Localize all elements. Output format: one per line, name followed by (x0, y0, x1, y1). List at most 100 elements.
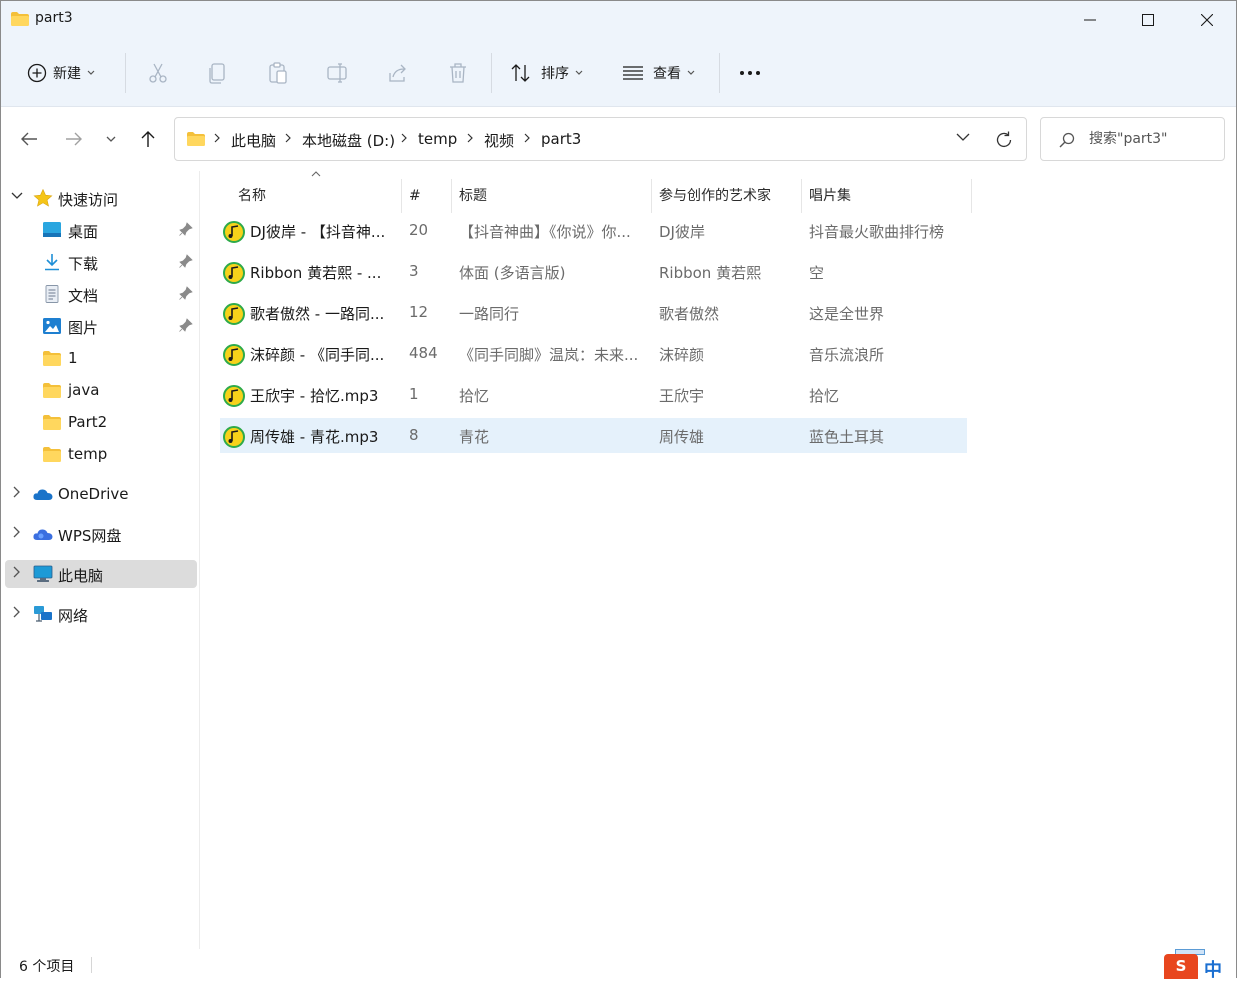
sidebar-item-label: 图片 (68, 319, 99, 337)
forward-button[interactable] (62, 127, 86, 151)
column-divider[interactable] (451, 179, 452, 213)
column-header-album[interactable]: 唱片集 (809, 179, 851, 213)
view-lines-icon (623, 66, 643, 80)
sidebar-item-network[interactable]: 网络 (5, 600, 197, 628)
breadcrumb-temp[interactable]: temp (418, 130, 457, 148)
cell-album: 抖音最火歌曲排行榜 (809, 223, 945, 241)
table-row[interactable]: 王欣宇 - 拾忆.mp3 1 拾忆 王欣宇 拾忆 (220, 377, 967, 412)
pin-icon[interactable] (179, 286, 193, 300)
star-icon (33, 189, 53, 207)
breadcrumb-part3[interactable]: part3 (541, 130, 581, 148)
share-icon[interactable] (386, 61, 410, 85)
chevron-right-icon (285, 133, 291, 143)
up-button[interactable] (136, 127, 160, 151)
table-row[interactable]: DJ彼岸 - 【抖音神... 20 【抖音神曲】《你说》你... DJ彼岸 抖音… (220, 213, 967, 248)
cell-album: 空 (809, 264, 825, 282)
breadcrumb-local-disk[interactable]: 本地磁盘 (D:) (302, 130, 395, 151)
item-count: 6 个项目 (19, 959, 75, 975)
column-header-artist[interactable]: 参与创作的艺术家 (659, 179, 771, 213)
refresh-icon[interactable] (994, 130, 1014, 150)
column-header-title[interactable]: 标题 (459, 179, 487, 213)
cell-title: 拾忆 (459, 387, 490, 405)
sidebar-item-this-pc[interactable]: 此电脑 (5, 560, 197, 588)
chevron-right-icon (524, 133, 530, 143)
sidebar-item-folder-1[interactable]: 1 (5, 344, 197, 372)
close-button[interactable] (1178, 1, 1236, 39)
breadcrumb-videos[interactable]: 视频 (484, 130, 514, 151)
new-button[interactable]: 新建 (27, 53, 95, 93)
cell-title: 一路同行 (459, 305, 520, 323)
cell-album: 蓝色土耳其 (809, 428, 885, 446)
arrow-right-icon (66, 132, 82, 146)
pin-icon[interactable] (179, 318, 193, 332)
ime-language-indicator[interactable]: 中 (1204, 956, 1222, 982)
chevron-down-icon[interactable] (956, 133, 970, 142)
folder-icon (43, 351, 61, 366)
table-row[interactable]: 沫碎颜 - 《同手同... 484 《同手同脚》温岚：未来... 沫碎颜 音乐流… (220, 336, 967, 371)
sidebar-item-onedrive[interactable]: OneDrive (5, 480, 197, 508)
sidebar-item-desktop[interactable]: 桌面 (5, 216, 197, 244)
sort-icon (511, 64, 530, 82)
command-bar: 新建 排序 查看 (1, 39, 1236, 107)
table-row[interactable]: 歌者傲然 - 一路同... 12 一路同行 歌者傲然 这是全世界 (220, 295, 967, 330)
table-row[interactable]: Ribbon 黄若熙 - ... 3 体面 (多语言版) Ribbon 黄若熙 … (220, 254, 967, 289)
sidebar-item-pictures[interactable]: 图片 (5, 312, 197, 340)
arrow-left-icon (21, 132, 37, 146)
toolbar-divider (125, 53, 126, 93)
sort-button[interactable]: 排序 (510, 53, 583, 93)
column-header-track[interactable]: # (409, 179, 421, 213)
maximize-button[interactable] (1119, 1, 1177, 39)
sort-button-label: 排序 (541, 66, 569, 82)
sidebar-item-java[interactable]: java (5, 376, 197, 404)
sidebar-item-documents[interactable]: 文档 (5, 280, 197, 308)
delete-icon[interactable] (446, 61, 470, 85)
chevron-right-icon (467, 133, 473, 143)
column-divider[interactable] (401, 179, 402, 213)
title-bar: part3 (1, 1, 1236, 39)
cell-track: 8 (409, 426, 419, 444)
cell-artist: DJ彼岸 (659, 223, 705, 241)
copy-icon[interactable] (206, 61, 230, 85)
ime-sogou-icon[interactable]: S (1164, 954, 1198, 979)
cell-name: DJ彼岸 - 【抖音神... (250, 223, 386, 241)
column-divider[interactable] (651, 179, 652, 213)
sidebar-item-label: 此电脑 (58, 567, 104, 585)
column-header-name[interactable]: 名称 (238, 179, 266, 213)
music-file-icon (223, 344, 245, 366)
music-file-icon (223, 262, 245, 284)
cell-name: 沫碎颜 - 《同手同... (250, 346, 385, 364)
navigation-row: 此电脑 本地磁盘 (D:) temp 视频 part3 (1, 107, 1236, 171)
music-file-icon (223, 221, 245, 243)
recent-locations-button[interactable] (99, 127, 123, 151)
pin-icon[interactable] (179, 222, 193, 236)
cell-album: 音乐流浪所 (809, 346, 885, 364)
paste-icon[interactable] (266, 61, 290, 85)
cut-icon[interactable] (146, 61, 170, 85)
folder-icon (187, 132, 205, 146)
more-options-button[interactable] (739, 53, 761, 93)
chevron-right-icon (13, 526, 20, 538)
breadcrumb-this-pc[interactable]: 此电脑 (231, 130, 276, 151)
file-explorer-window: part3 新建 排序 查看 此电脑 本地磁盘 (D:) temp 视频 par… (0, 0, 1237, 981)
rename-icon[interactable] (326, 61, 350, 85)
window-title: part3 (35, 10, 73, 26)
cell-track: 1 (409, 385, 419, 403)
pin-icon[interactable] (179, 254, 193, 268)
back-button[interactable] (17, 127, 41, 151)
table-row[interactable]: 周传雄 - 青花.mp3 8 青花 周传雄 蓝色土耳其 (220, 418, 967, 453)
sidebar-item-temp[interactable]: temp (5, 440, 197, 468)
cell-name: 周传雄 - 青花.mp3 (250, 428, 379, 446)
view-button[interactable]: 查看 (622, 53, 695, 93)
music-file-icon (223, 426, 245, 448)
sidebar-item-wps[interactable]: WPS网盘 (5, 520, 197, 548)
minimize-button[interactable] (1061, 1, 1119, 39)
sidebar-item-downloads[interactable]: 下载 (5, 248, 197, 276)
column-divider[interactable] (801, 179, 802, 213)
search-box[interactable] (1040, 117, 1225, 161)
address-bar[interactable]: 此电脑 本地磁盘 (D:) temp 视频 part3 (174, 117, 1027, 161)
sidebar-item-quick-access[interactable]: 快速访问 (5, 184, 197, 212)
sidebar-item-part2[interactable]: Part2 (5, 408, 197, 436)
column-divider[interactable] (971, 179, 972, 213)
search-input[interactable] (1089, 128, 1219, 150)
view-button-label: 查看 (653, 66, 681, 82)
